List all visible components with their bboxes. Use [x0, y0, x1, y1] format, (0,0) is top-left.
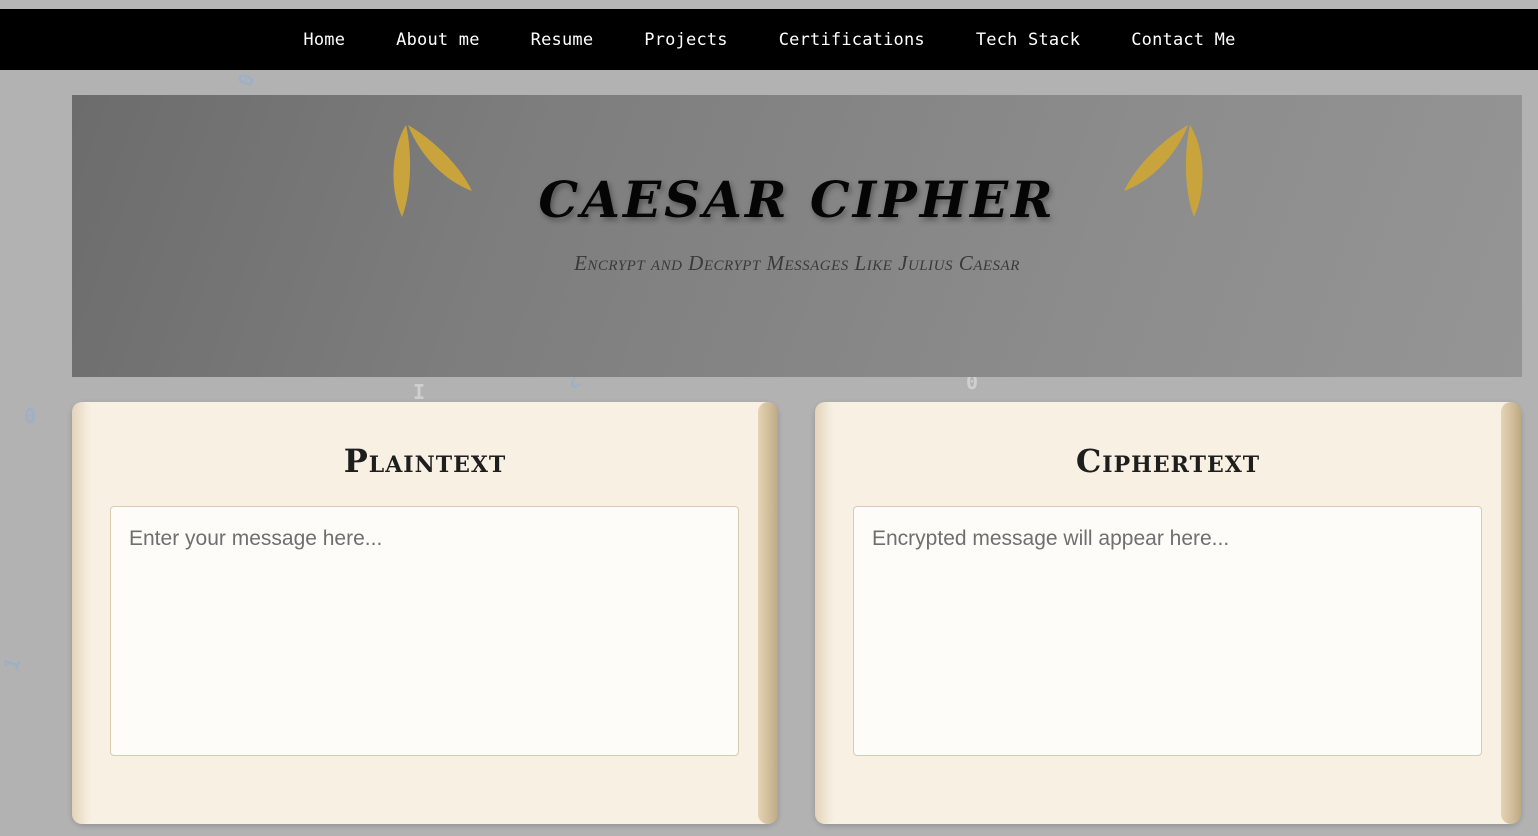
background-glyph: 0 [24, 404, 37, 428]
background-glyph: 1 [0, 654, 26, 674]
plaintext-heading: Plaintext [343, 442, 507, 480]
page-subtitle: Encrypt and Decrypt Messages Like Julius… [574, 251, 1020, 275]
ciphertext-heading: Ciphertext [1075, 442, 1261, 480]
nav-contact-link[interactable]: Contact Me [1130, 30, 1235, 50]
plaintext-panel: Plaintext [72, 402, 778, 824]
ciphertext-output[interactable] [853, 506, 1482, 756]
nav-about-link[interactable]: About me [395, 30, 479, 50]
nav-resume-link[interactable]: Resume [530, 30, 594, 50]
nav-certifications-link[interactable]: Certifications [778, 30, 925, 50]
background-glyph: I [413, 380, 426, 404]
ciphertext-panel: Ciphertext [815, 402, 1521, 824]
top-strip [0, 0, 1538, 9]
plaintext-input[interactable] [110, 506, 739, 756]
main-nav: Home About me Resume Projects Certificat… [0, 9, 1538, 70]
nav-home-link[interactable]: Home [302, 30, 345, 50]
page-title: CAESAR CIPHER [538, 170, 1056, 229]
hero-banner: CAESAR CIPHER Encrypt and Decrypt Messag… [72, 95, 1522, 377]
nav-projects-link[interactable]: Projects [643, 30, 727, 50]
nav-tech-stack-link[interactable]: Tech Stack [975, 30, 1080, 50]
background-glyph: 0 [232, 70, 260, 90]
